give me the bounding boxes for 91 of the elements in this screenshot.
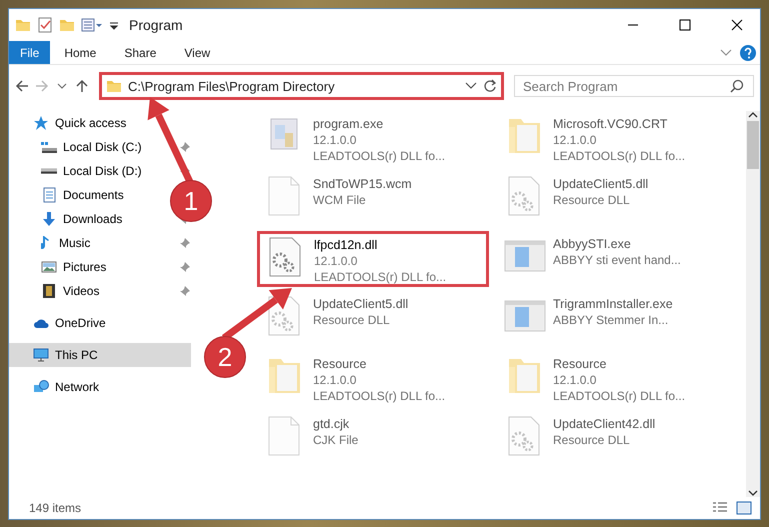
forward-arrow-icon bbox=[35, 79, 49, 93]
file-detail: LEADTOOLS(r) DLL fo... bbox=[553, 149, 686, 163]
folder-icon bbox=[59, 17, 75, 33]
sidebar-item[interactable]: OneDrive bbox=[9, 311, 112, 335]
sidebar-item[interactable]: Quick access bbox=[9, 111, 132, 135]
monitor-icon bbox=[33, 347, 49, 363]
file-detail: WCM File bbox=[313, 193, 367, 207]
back-button[interactable] bbox=[15, 79, 29, 93]
large-icons-view-icon bbox=[736, 501, 752, 515]
scrollbar-thumb[interactable] bbox=[747, 121, 759, 169]
star-icon bbox=[33, 115, 49, 131]
file-name: UpdateClient42.dll bbox=[553, 417, 656, 431]
network-icon bbox=[33, 379, 49, 395]
file-name: program.exe bbox=[313, 117, 384, 131]
file-item[interactable]: lfpcd12n.dll 12.1.0.0 LEADTOOLS(r) DLL fo... bbox=[257, 231, 489, 287]
picture-icon bbox=[41, 259, 57, 275]
file-detail: LEADTOOLS(r) DLL fo... bbox=[313, 389, 446, 403]
file-detail: 12.1.0.0 bbox=[313, 133, 358, 147]
file-name: Resource bbox=[553, 357, 608, 371]
folder-icon bbox=[106, 78, 122, 94]
file-detail: 12.1.0.0 bbox=[553, 373, 598, 387]
folder-icon bbox=[15, 17, 31, 33]
file-tab[interactable]: File bbox=[9, 41, 50, 64]
file-name: SndToWP15.wcm bbox=[313, 177, 412, 191]
ribbon-tab[interactable]: Share bbox=[110, 41, 170, 64]
file-detail: CJK File bbox=[313, 433, 358, 447]
file-item[interactable]: Resource 12.1.0.0 LEADTOOLS(r) DLL fo... bbox=[257, 351, 489, 407]
file-item[interactable]: UpdateClient42.dll Resource DLL bbox=[497, 411, 729, 467]
sidebar-item[interactable]: Documents bbox=[9, 183, 130, 207]
maximize-icon bbox=[679, 19, 691, 31]
file-item[interactable]: Resource 12.1.0.0 LEADTOOLS(r) DLL fo... bbox=[497, 351, 729, 407]
file-name: UpdateClient5.dll bbox=[553, 177, 648, 191]
ribbon-tab[interactable]: View bbox=[170, 41, 224, 64]
file-name: gtd.cjk bbox=[313, 417, 350, 431]
drive-icon bbox=[41, 168, 57, 174]
file-detail: Resource DLL bbox=[313, 313, 391, 327]
file-detail: ABBYY Stemmer In... bbox=[553, 313, 670, 327]
ribbon-tab[interactable]: Home bbox=[50, 41, 110, 64]
window-title: Program bbox=[129, 17, 184, 33]
file-item[interactable]: program.exe 12.1.0.0 LEADTOOLS(r) DLL fo... bbox=[257, 111, 489, 167]
document-icon bbox=[41, 187, 57, 203]
film-icon bbox=[41, 283, 57, 299]
file-name: AbbyySTI.exe bbox=[553, 237, 632, 251]
file-item[interactable]: AbbyySTI.exe ABBYY sti event hand... bbox=[497, 231, 729, 287]
file-item[interactable]: Microsoft.VC90.CRT 12.1.0.0 LEADTOOLS(r) DLL fo... bbox=[497, 111, 729, 167]
chevron-up-icon bbox=[748, 111, 758, 119]
sidebar-item[interactable]: Videos bbox=[9, 279, 106, 303]
back-arrow-icon bbox=[15, 79, 29, 93]
up-button[interactable] bbox=[75, 79, 89, 93]
chevron-down-icon bbox=[720, 48, 732, 56]
sidebar-item[interactable]: Local Disk (D:) bbox=[9, 159, 148, 183]
download-icon bbox=[41, 211, 57, 227]
properties-icon bbox=[81, 17, 103, 33]
item-count: 149 items bbox=[29, 501, 82, 515]
file-detail: LEADTOOLS(r) DLL fo... bbox=[314, 270, 446, 284]
file-detail: Resource DLL bbox=[553, 433, 631, 447]
file-detail: Resource DLL bbox=[553, 193, 631, 207]
help-icon bbox=[740, 44, 756, 60]
close-icon bbox=[731, 19, 743, 31]
file-item[interactable]: gtd.cjk CJK File bbox=[257, 411, 489, 467]
sidebar-item[interactable]: Pictures bbox=[9, 255, 112, 279]
sidebar-item[interactable]: Network bbox=[9, 375, 106, 399]
address-field[interactable]: C:\Program Files\Program Directory bbox=[99, 72, 504, 100]
file-item[interactable]: SndToWP15.wcm WCM File bbox=[257, 171, 489, 227]
refresh-icon bbox=[483, 79, 497, 93]
file-name: TrigrammInstaller.exe bbox=[553, 297, 673, 311]
file-detail: LEADTOOLS(r) DLL fo... bbox=[313, 149, 446, 163]
chevron-down-icon bbox=[748, 489, 758, 497]
file-name: lfpcd12n.dll bbox=[314, 238, 378, 252]
file-name: Resource bbox=[313, 357, 368, 371]
scrollbar[interactable] bbox=[746, 111, 760, 497]
sidebar-item[interactable]: Music bbox=[9, 231, 96, 255]
file-detail: LEADTOOLS(r) DLL fo... bbox=[553, 389, 686, 403]
file-detail: ABBYY sti event hand... bbox=[553, 253, 681, 267]
address-path: C:\Program Files\Program Directory bbox=[128, 78, 336, 94]
drive-icon bbox=[41, 142, 57, 152]
up-arrow-icon bbox=[75, 79, 89, 93]
file-item[interactable]: UpdateClient5.dll Resource DLL bbox=[497, 171, 729, 227]
file-name: UpdateClient5.dll bbox=[313, 297, 408, 311]
large-icons-view-button[interactable] bbox=[736, 501, 752, 515]
file-detail: 12.1.0.0 bbox=[553, 133, 598, 147]
checklist-icon bbox=[37, 17, 53, 33]
file-name: Microsoft.VC90.CRT bbox=[553, 117, 668, 131]
sidebar-item[interactable]: Downloads bbox=[9, 207, 128, 231]
search-field[interactable]: Search Program bbox=[514, 75, 754, 97]
sidebar-item[interactable]: Local Disk (C:) bbox=[9, 135, 148, 159]
file-detail: 12.1.0.0 bbox=[314, 254, 358, 268]
chevron-down-icon bbox=[465, 82, 477, 90]
file-item[interactable]: TrigrammInstaller.exe ABBYY Stemmer In... bbox=[497, 291, 729, 347]
sidebar-item[interactable]: This PC bbox=[9, 343, 191, 367]
file-detail: 12.1.0.0 bbox=[313, 373, 358, 387]
